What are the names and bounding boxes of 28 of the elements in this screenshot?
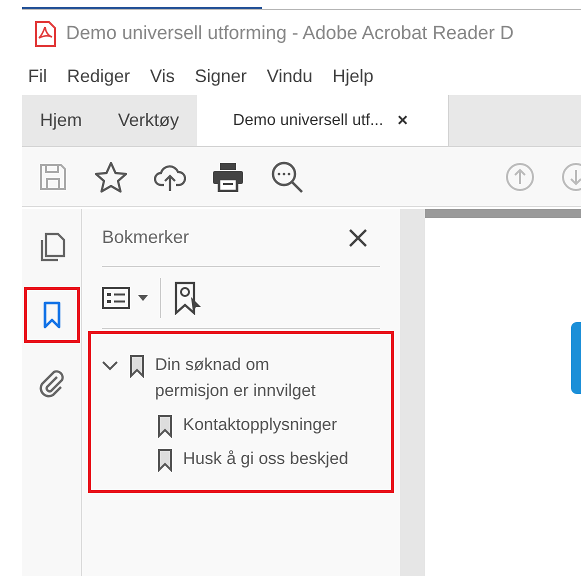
- menu-item[interactable]: Rediger: [67, 63, 130, 90]
- dropdown-caret-icon[interactable]: [138, 294, 148, 300]
- bookmark-icon: [157, 448, 173, 472]
- menu-item[interactable]: Vis: [150, 63, 175, 90]
- menu-item[interactable]: Vindu: [266, 63, 312, 90]
- tab[interactable]: Hjem: [22, 95, 100, 146]
- close-tab-button[interactable]: ×: [397, 107, 408, 134]
- tab[interactable]: Demo universell utf... ×: [197, 95, 450, 146]
- close-icon[interactable]: [348, 228, 368, 248]
- window-title: Demo universell utforming - Adobe Acrobat Reader D: [66, 22, 514, 46]
- bookmark-icon: [129, 354, 145, 378]
- bookmark-search-icon[interactable]: [173, 280, 203, 314]
- menu-item[interactable]: Fil: [28, 63, 47, 90]
- search-icon[interactable]: [270, 160, 304, 194]
- bookmark-icon: [157, 414, 173, 438]
- options-list-icon[interactable]: [102, 286, 130, 308]
- star-icon[interactable]: [94, 160, 128, 192]
- panel-title: Bokmerker: [102, 226, 190, 249]
- bookmark-item[interactable]: Kontaktopplysninger: [183, 412, 338, 438]
- selected-tool-frame[interactable]: [24, 287, 80, 343]
- print-icon[interactable]: [212, 162, 244, 192]
- bookmark-item[interactable]: Din søknad om permisjon er innvilget: [155, 352, 341, 404]
- paperclip-icon: [36, 368, 66, 398]
- pdf-file-icon: [34, 21, 56, 47]
- tab[interactable]: Verktøy: [100, 95, 198, 146]
- menu-item[interactable]: Signer: [194, 63, 247, 90]
- bookmark-item[interactable]: Husk å gi oss beskjed: [183, 446, 348, 472]
- menu-item[interactable]: Hjelp: [332, 63, 374, 90]
